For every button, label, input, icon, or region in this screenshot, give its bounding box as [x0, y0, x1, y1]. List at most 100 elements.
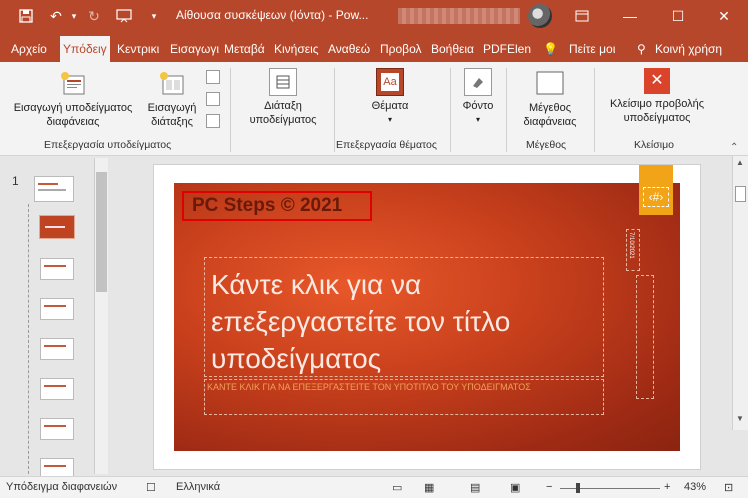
- layout-thumbnail[interactable]: [40, 378, 74, 400]
- minimize-button[interactable]: —: [618, 4, 642, 28]
- close-master-view-button[interactable]: ✕ Κλείσιμο προβολής υποδείγματος: [600, 68, 714, 125]
- ribbon-display-icon[interactable]: [570, 4, 594, 28]
- scroll-up-icon[interactable]: ▲: [736, 158, 744, 167]
- slide-number-tab: ‹#›: [639, 165, 673, 215]
- tab-view[interactable]: Προβολ: [377, 36, 425, 62]
- subtitle-text: ΚΑΝΤΕ ΚΛΙΚ ΓΙΑ ΝΑ ΕΠΕΞΕΡΓΑΣΤΕΙΤΕ ΤΟΝ ΥΠΟ…: [207, 382, 531, 392]
- layout-thumbnail-selected[interactable]: [39, 215, 75, 239]
- status-bar: Υπόδειγμα διαφανειών ☐ Ελληνικά ▭ ▦ ▤ ▣ …: [0, 476, 748, 498]
- slideshow-icon[interactable]: [114, 6, 134, 26]
- tab-file[interactable]: Αρχείο: [8, 36, 50, 62]
- tab-pdfelement[interactable]: PDFElen: [480, 36, 534, 62]
- insert-slide-master-button[interactable]: Εισαγωγή υποδείγματος διαφάνειας: [6, 68, 140, 129]
- master-thumbnail[interactable]: [34, 176, 74, 202]
- background-button[interactable]: Φόντο ▾: [456, 68, 500, 127]
- group-edit-theme-label: Επεξεργασία θέματος: [336, 139, 437, 151]
- rename-icon[interactable]: [206, 92, 220, 106]
- blurred-account-name: [398, 8, 520, 24]
- insert-master-icon: [58, 68, 88, 98]
- tab-home[interactable]: Κεντρικι: [114, 36, 162, 62]
- zoom-in-icon[interactable]: +: [664, 481, 670, 493]
- date-text: 7/10/2021: [628, 232, 634, 259]
- themes-dropdown-icon: ▾: [387, 115, 392, 124]
- background-label: Φόντο: [462, 100, 494, 112]
- person-icon[interactable]: ⚲: [634, 36, 649, 62]
- master-layout-button[interactable]: Διάταξη υποδείγματος: [238, 68, 328, 127]
- group-separator: [334, 68, 335, 152]
- insert-master-label: Εισαγωγή υποδείγματος διαφάνειας: [13, 102, 133, 128]
- lightbulb-icon[interactable]: 💡: [540, 36, 561, 62]
- delete-icon[interactable]: [206, 70, 220, 84]
- zoom-level[interactable]: 43%: [684, 481, 706, 493]
- insert-layout-button[interactable]: Εισαγωγή διάταξης: [144, 68, 200, 129]
- layout-connector: [28, 204, 29, 474]
- scroll-down-icon[interactable]: ▼: [736, 414, 744, 423]
- zoom-slider-thumb[interactable]: [576, 483, 580, 493]
- editor-scrollbar[interactable]: ▲ ▼: [732, 156, 748, 430]
- slide-size-icon: [535, 68, 565, 98]
- master-layout-icon: [269, 68, 297, 96]
- layout-thumbnail[interactable]: [40, 338, 74, 360]
- undo-icon[interactable]: ↶: [46, 6, 66, 26]
- watermark-text[interactable]: PC Steps © 2021: [182, 191, 372, 221]
- group-separator: [506, 68, 507, 152]
- group-separator: [450, 68, 451, 152]
- thumbnail-scrollbar[interactable]: [94, 158, 108, 474]
- layout-thumbnail[interactable]: [40, 418, 74, 440]
- slide-number-placeholder[interactable]: ‹#›: [643, 187, 669, 207]
- ribbon-tabs: Αρχείο Υπόδειγ Κεντρικι Εισαγωγι Μεταβά …: [0, 32, 748, 62]
- fit-to-window-icon[interactable]: ⊡: [724, 481, 733, 494]
- undo-dropdown-icon[interactable]: ▾: [64, 6, 84, 26]
- share-button[interactable]: Κοινή χρήση: [652, 36, 725, 62]
- normal-view-icon[interactable]: ▭: [392, 481, 402, 494]
- title-placeholder[interactable]: Κάντε κλικ για να επεξεργαστείτε τον τίτ…: [204, 257, 604, 377]
- spelling-icon[interactable]: ☐: [146, 481, 156, 494]
- tab-review[interactable]: Αναθεώ: [325, 36, 373, 62]
- slide-canvas: PC Steps © 2021 Κάντε κλικ για να επεξερ…: [153, 164, 701, 470]
- close-button[interactable]: ✕: [712, 4, 736, 28]
- insert-layout-label: Εισαγωγή διάταξης: [147, 102, 197, 128]
- tab-slide-master[interactable]: Υπόδειγ: [60, 36, 110, 62]
- window-title: Αίθουσα συσκέψεων (Ιόντα) - Pow...: [176, 8, 369, 22]
- collapse-ribbon-icon[interactable]: ⌃: [730, 142, 738, 153]
- group-separator: [230, 68, 231, 152]
- tab-transitions[interactable]: Μεταβά: [221, 36, 268, 62]
- tab-insert[interactable]: Εισαγωγι: [167, 36, 222, 62]
- thumbnail-pane: 1: [0, 156, 110, 480]
- slideshow-view-icon[interactable]: ▣: [510, 481, 520, 494]
- customize-toolbar-icon[interactable]: ▾: [144, 6, 164, 26]
- view-mode-text: Υπόδειγμα διαφανειών: [6, 481, 118, 493]
- group-separator: [594, 68, 595, 152]
- footer-placeholder[interactable]: [636, 275, 654, 399]
- subtitle-placeholder[interactable]: ΚΑΝΤΕ ΚΛΙΚ ΓΙΑ ΝΑ ΕΠΕΞΕΡΓΑΣΤΕΙΤΕ ΤΟΝ ΥΠΟ…: [204, 379, 604, 415]
- reading-view-icon[interactable]: ▤: [470, 481, 480, 494]
- ribbon: Εισαγωγή υποδείγματος διαφάνειας Εισαγωγ…: [0, 62, 748, 156]
- tab-help[interactable]: Βοήθεια: [428, 36, 477, 62]
- close-view-icon: ✕: [644, 68, 670, 94]
- slide-sorter-icon[interactable]: ▦: [424, 481, 434, 494]
- slide-size-button[interactable]: Μέγεθος διαφάνειας: [512, 68, 588, 129]
- title-text: Κάντε κλικ για να επεξεργαστείτε τον τίτ…: [211, 269, 511, 374]
- save-icon[interactable]: [16, 6, 36, 26]
- title-bar: ↶ ▾ ↻ ▾ Αίθουσα συσκέψεων (Ιόντα) - Pow.…: [0, 0, 748, 32]
- group-close-label: Κλείσιμο: [634, 139, 674, 151]
- themes-button[interactable]: Aa Θέματα ▾: [358, 68, 422, 127]
- avatar[interactable]: [528, 4, 552, 28]
- scroll-thumb[interactable]: [96, 172, 107, 292]
- redo-icon[interactable]: ↻: [84, 6, 104, 26]
- zoom-out-icon[interactable]: −: [546, 481, 552, 493]
- tab-animations[interactable]: Κινήσεις: [271, 36, 322, 62]
- language-text[interactable]: Ελληνικά: [176, 481, 220, 493]
- layout-thumbnail[interactable]: [40, 298, 74, 320]
- preserve-icon[interactable]: [206, 114, 220, 128]
- zoom-slider[interactable]: [560, 483, 660, 493]
- slide[interactable]: PC Steps © 2021 Κάντε κλικ για να επεξερ…: [174, 165, 680, 451]
- maximize-button[interactable]: ☐: [666, 4, 690, 28]
- layout-thumbnail[interactable]: [40, 258, 74, 280]
- background-dropdown-icon: ▾: [475, 115, 480, 124]
- close-view-label: Κλείσιμο προβολής υποδείγματος: [609, 98, 705, 124]
- tell-me-search[interactable]: Πείτε μοι: [566, 36, 618, 62]
- slide-editor: PC Steps © 2021 Κάντε κλικ για να επεξερ…: [110, 156, 748, 476]
- scroll-thumb[interactable]: [735, 186, 746, 202]
- date-placeholder[interactable]: 7/10/2021: [626, 229, 640, 271]
